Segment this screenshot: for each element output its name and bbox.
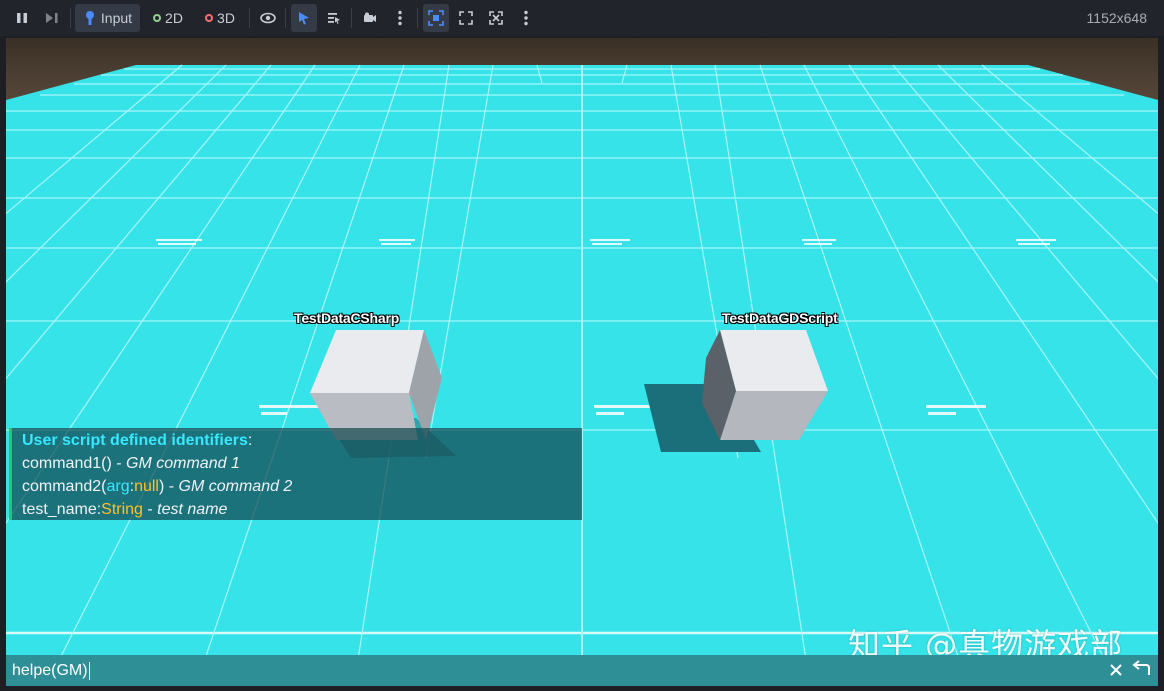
console-command-bar: helpe(GM): [6, 655, 1158, 686]
submit-button[interactable]: [1130, 659, 1152, 681]
window-options-button[interactable]: [514, 4, 538, 32]
help-header-colon: :: [247, 432, 253, 449]
scene-render: [6, 38, 1158, 686]
view-2d-label: 2D: [165, 10, 183, 26]
camera-icon: [364, 12, 376, 22]
command1-separator: -: [111, 455, 127, 472]
select-mode-button[interactable]: [291, 4, 317, 32]
command2-type: null: [134, 478, 159, 495]
expand-button[interactable]: [484, 4, 508, 32]
text-caret: [88, 661, 90, 680]
game-toolbar: Input 2D 3D 1152x648: [0, 0, 1164, 36]
help-header-line: User script defined identifiers:: [22, 429, 582, 452]
next-frame-icon: [46, 13, 58, 23]
help-variable-line: test_name:String - test name: [22, 498, 582, 521]
expand-icon: [489, 11, 503, 25]
resolution-label: 1152x648: [1086, 10, 1147, 26]
kebab-menu-icon: [398, 10, 402, 26]
2d-node-icon: [153, 14, 162, 22]
help-command2-line: command2(arg:null) - GM command 2: [22, 475, 582, 498]
command2-separator: -: [164, 478, 179, 495]
list-select-button[interactable]: [322, 4, 346, 32]
help-header: User script defined identifiers: [22, 432, 248, 449]
variable-name: test_name:: [22, 501, 102, 518]
game-viewport[interactable]: TestDataCSharp TestDataGDScript User scr…: [6, 38, 1158, 686]
fit-icon: [459, 11, 473, 25]
command2-arg: arg: [106, 478, 130, 495]
camera-button[interactable]: [358, 4, 382, 32]
eye-icon: [260, 12, 276, 24]
joystick-icon: [85, 11, 94, 25]
view-3d-button[interactable]: 3D: [198, 4, 242, 32]
embedded-window-icon: [428, 10, 444, 26]
command2-desc: GM command 2: [178, 478, 293, 495]
view-3d-label: 3D: [217, 10, 235, 26]
input-mode-button[interactable]: Input: [75, 4, 140, 32]
command1-desc: GM command 1: [126, 455, 240, 472]
help-command1-line: command1() - GM command 1: [22, 452, 582, 475]
variable-separator: -: [142, 501, 158, 518]
view-2d-button[interactable]: 2D: [146, 4, 190, 32]
close-icon: [1110, 664, 1122, 676]
command1-name: command1(): [22, 455, 112, 472]
list-pointer-icon: [328, 13, 340, 24]
3d-node-icon: [205, 14, 214, 22]
clear-button[interactable]: [1106, 659, 1126, 681]
pointer-icon: [299, 12, 309, 25]
cube-label-gdscript: TestDataGDScript: [722, 310, 838, 326]
visibility-button[interactable]: [256, 4, 280, 32]
input-mode-label: Input: [100, 10, 133, 26]
cube-label-csharp: TestDataCSharp: [294, 310, 400, 326]
kebab-menu-icon: [524, 10, 528, 26]
command-input-text: helpe(GM): [12, 662, 88, 679]
pause-button[interactable]: [10, 4, 34, 32]
enter-icon: [1132, 660, 1150, 675]
command-input[interactable]: helpe(GM): [12, 660, 1102, 682]
embed-window-button[interactable]: [423, 4, 449, 32]
command2-name: command2(: [22, 478, 107, 495]
more-options-button[interactable]: [388, 4, 412, 32]
keep-aspect-button[interactable]: [454, 4, 478, 32]
console-help-panel: User script defined identifiers: command…: [9, 428, 582, 520]
variable-desc: test name: [157, 501, 228, 518]
variable-type: String: [101, 501, 143, 518]
pause-icon: [17, 13, 27, 23]
step-frame-button[interactable]: [40, 4, 64, 32]
